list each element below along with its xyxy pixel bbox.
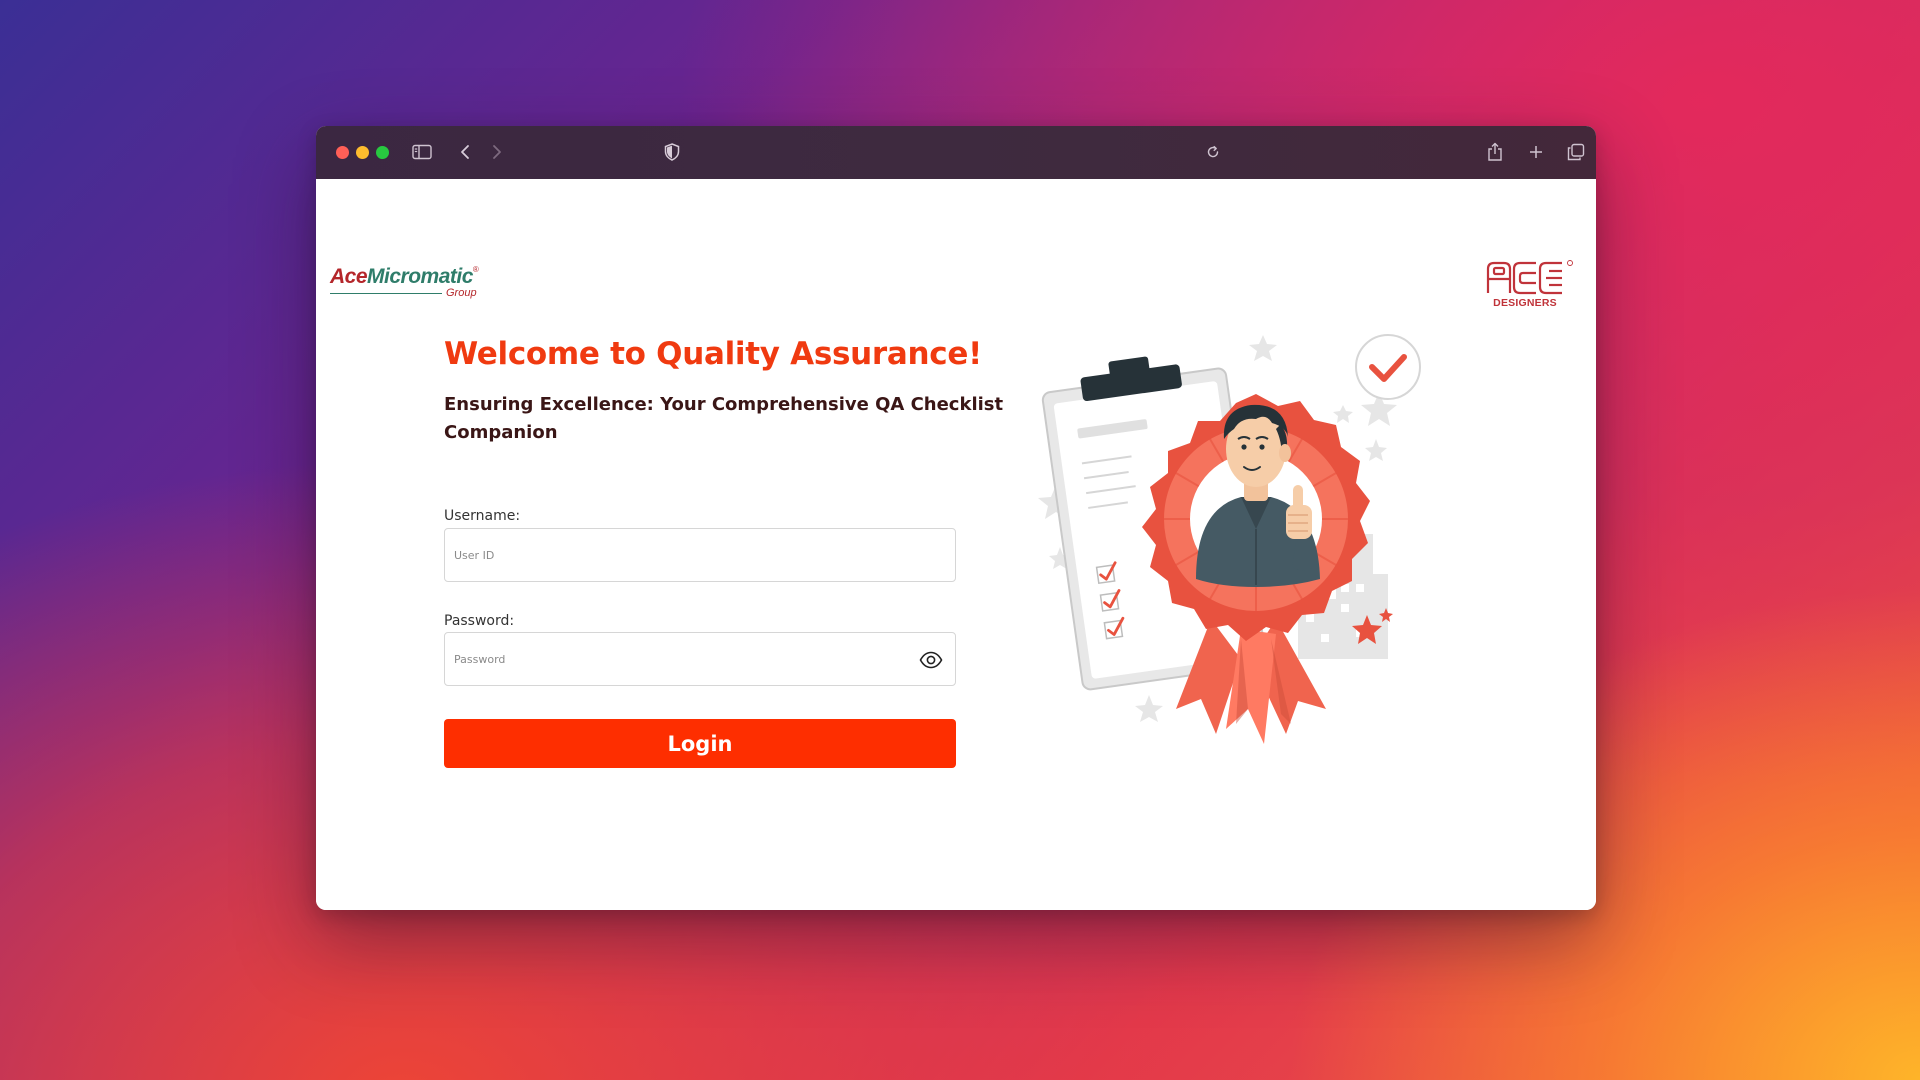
password-label: Password:: [444, 613, 515, 629]
forward-icon[interactable]: [486, 141, 508, 163]
browser-window: AceMicromatic® Group DESIGNERS Welcome t…: [316, 126, 1596, 910]
zoom-window-button[interactable]: [376, 146, 389, 159]
ace-letters-icon: [1486, 260, 1573, 295]
login-button[interactable]: Login: [444, 719, 956, 768]
desktop-background: AceMicromatic® Group DESIGNERS Welcome t…: [0, 0, 1920, 1080]
page-title: Welcome to Quality Assurance!: [444, 336, 982, 372]
password-input[interactable]: [445, 633, 955, 685]
back-icon[interactable]: [454, 141, 476, 163]
shield-icon[interactable]: [661, 141, 683, 163]
qa-award-illustration: [1038, 334, 1421, 744]
page-subtitle: Ensuring Excellence: Your Comprehensive …: [444, 394, 1004, 443]
new-tab-icon[interactable]: [1525, 141, 1547, 163]
logo-text-designers: DESIGNERS: [1493, 297, 1557, 309]
username-label: Username:: [444, 508, 521, 524]
username-input[interactable]: [445, 529, 955, 581]
sidebar-icon[interactable]: [411, 141, 433, 163]
logo-registered-mark: ®: [472, 265, 479, 274]
logo-underline: [330, 293, 442, 294]
logo-text-ace: Ace: [330, 265, 368, 288]
username-field-wrapper: [444, 528, 956, 582]
minimize-window-button[interactable]: [356, 146, 369, 159]
share-icon[interactable]: [1484, 141, 1506, 163]
logo-text-group: Group: [446, 287, 477, 299]
show-password-eye-icon[interactable]: [919, 649, 943, 671]
ace-micromatic-logo: AceMicromatic® Group: [330, 265, 490, 305]
password-field-wrapper: [444, 632, 956, 686]
browser-toolbar: [316, 126, 1596, 179]
close-window-button[interactable]: [336, 146, 349, 159]
page-content: AceMicromatic® Group DESIGNERS Welcome t…: [316, 179, 1596, 910]
reload-icon[interactable]: [1202, 141, 1224, 163]
logo-text-micromatic: Micromatic: [367, 265, 473, 288]
tabs-overview-icon[interactable]: [1565, 141, 1587, 163]
ace-designers-logo: DESIGNERS: [1486, 259, 1576, 319]
